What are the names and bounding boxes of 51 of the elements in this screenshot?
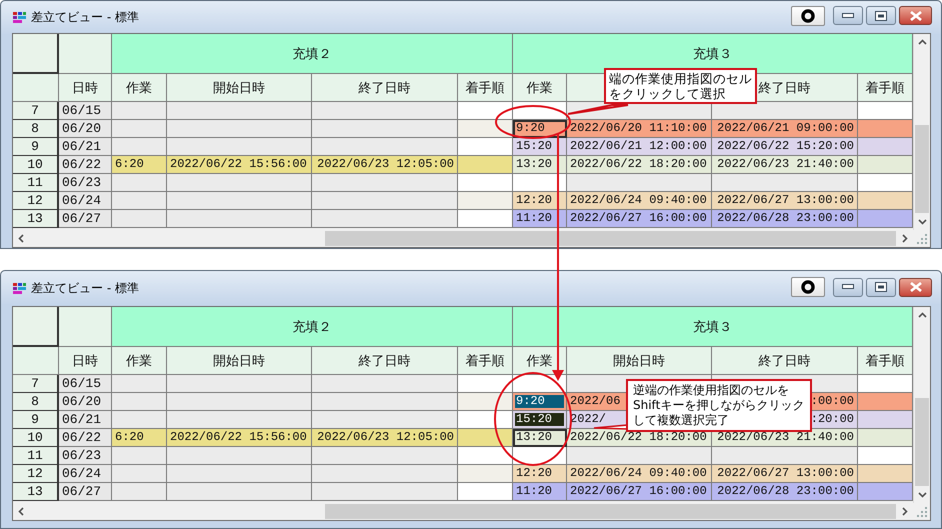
column-header: 着手順 bbox=[858, 74, 913, 102]
table-cell: 06/20 bbox=[59, 393, 112, 411]
row-header: 11 bbox=[13, 174, 59, 192]
table-cell: 06/21 bbox=[59, 411, 112, 429]
row-header: 11 bbox=[13, 447, 59, 465]
table-cell: 06/21 bbox=[59, 138, 112, 156]
column-header: 開始日時 bbox=[167, 347, 312, 375]
table-cell: 06/22 bbox=[59, 156, 112, 174]
table-cell: 06/23 bbox=[59, 174, 112, 192]
column-header: 日時 bbox=[59, 347, 112, 375]
row-header: 13 bbox=[13, 483, 59, 501]
table-cell: 06/20 bbox=[59, 120, 112, 138]
table-cell: 06/27 bbox=[59, 210, 112, 228]
column-group-header: 充填３ bbox=[513, 34, 913, 74]
column-header: 作業 bbox=[513, 74, 567, 102]
column-header: 日時 bbox=[59, 74, 112, 102]
table-cell: 06/27 bbox=[59, 483, 112, 501]
column-header: 着手順 bbox=[458, 74, 513, 102]
row-header: 8 bbox=[13, 120, 59, 138]
column-header: 終了日時 bbox=[312, 74, 458, 102]
row-header: 12 bbox=[13, 465, 59, 483]
row-header: 7 bbox=[13, 102, 59, 120]
callout-tooltip: 逆端の作業使用指図のセルをShiftキーを押しながらクリックして複数選択完了 bbox=[626, 379, 812, 432]
column-header: 作業 bbox=[112, 347, 167, 375]
row-header: 8 bbox=[13, 393, 59, 411]
column-group-header: 充填３ bbox=[513, 307, 913, 347]
table-cell: 06/23 bbox=[59, 447, 112, 465]
row-header: 13 bbox=[13, 210, 59, 228]
window-title: 差立てビュー - 標準 bbox=[31, 280, 139, 297]
row-header: 12 bbox=[13, 192, 59, 210]
column-group-header: 充填２ bbox=[112, 307, 513, 347]
row-header: 9 bbox=[13, 411, 59, 429]
row-header: 9 bbox=[13, 138, 59, 156]
table-cell: 06/24 bbox=[59, 192, 112, 210]
table-cell: 06/15 bbox=[59, 102, 112, 120]
table-cell: 06/24 bbox=[59, 465, 112, 483]
column-header: 着手順 bbox=[858, 347, 913, 375]
window-title: 差立てビュー - 標準 bbox=[31, 8, 139, 26]
column-header: 終了日時 bbox=[312, 347, 458, 375]
column-header: 着手順 bbox=[458, 347, 513, 375]
table-cell: 06/22 bbox=[59, 429, 112, 447]
row-header: 10 bbox=[13, 429, 59, 447]
column-group-header: 充填２ bbox=[112, 34, 513, 74]
column-header: 作業 bbox=[112, 74, 167, 102]
column-header: 開始日時 bbox=[567, 347, 712, 375]
column-header: 終了日時 bbox=[712, 347, 858, 375]
table-cell: 06/15 bbox=[59, 375, 112, 393]
row-header: 10 bbox=[13, 156, 59, 174]
column-header: 作業 bbox=[513, 347, 567, 375]
row-header: 7 bbox=[13, 375, 59, 393]
column-header: 開始日時 bbox=[167, 74, 312, 102]
